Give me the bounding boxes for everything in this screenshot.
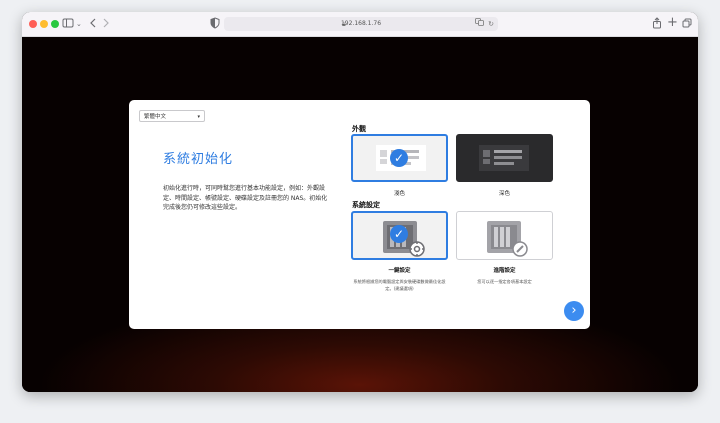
setup-description: 初始化進行時，可同時幫您進行基本功能設定，例如：外觀設定、時間設定、帳號設定、硬…	[163, 185, 328, 211]
check-icon: ✓	[390, 149, 408, 167]
translate-icon[interactable]	[475, 18, 484, 30]
address-url: 192.168.1.76	[340, 20, 382, 27]
one-click-setup-option[interactable]: ✓	[351, 211, 448, 260]
nas-wrench-icon	[487, 221, 528, 257]
chevron-right-icon[interactable]	[101, 17, 111, 33]
chevron-down-icon[interactable]: ⌄	[76, 17, 82, 31]
shield-icon[interactable]	[210, 17, 220, 33]
check-icon: ✓	[390, 225, 408, 243]
system-settings-heading: 系統設定	[352, 201, 380, 209]
address-bar[interactable]: 🔒︎ 192.168.1.76 ↻	[224, 17, 498, 31]
language-select-value: 繁體中文	[144, 114, 167, 120]
close-window-button[interactable]	[29, 20, 37, 28]
browser-window: ⌄ 🔒︎ 192.168.1.76 ↻ + 繁體中文 ▾ 系統初始化 初始化進行…	[22, 12, 698, 392]
one-click-setup-label: 一鍵設定	[388, 268, 411, 274]
page-title: 系統初始化	[163, 152, 234, 167]
plus-icon[interactable]: +	[667, 16, 678, 30]
light-theme-option[interactable]: ✓	[351, 134, 448, 182]
light-theme-label: 淺色	[393, 191, 405, 197]
advanced-setup-description: 您可以逐一指定各項基本設定	[477, 279, 532, 284]
page-content: 繁體中文 ▾ 系統初始化 初始化進行時，可同時幫您進行基本功能設定，例如：外觀設…	[22, 37, 698, 392]
chevron-down-icon: ▾	[197, 114, 200, 120]
tabs-icon[interactable]	[682, 17, 692, 33]
chevron-right-icon: ›	[571, 303, 577, 318]
dark-theme-preview-icon	[479, 145, 529, 171]
share-icon[interactable]	[652, 17, 662, 33]
reload-icon[interactable]: ↻	[488, 18, 494, 30]
one-click-setup-description: 系統將根據您的電腦設定與安裝硬碟數做最佳化設定。(建議選項)	[353, 279, 446, 291]
setup-dialog: 繁體中文 ▾ 系統初始化 初始化進行時，可同時幫您進行基本功能設定，例如：外觀設…	[129, 100, 590, 329]
chevron-left-icon[interactable]	[88, 17, 98, 33]
maximize-window-button[interactable]	[51, 20, 59, 28]
sidebar-icon[interactable]	[62, 17, 74, 33]
dark-theme-option[interactable]	[456, 134, 553, 182]
dark-theme-label: 深色	[498, 191, 510, 197]
appearance-heading: 外觀	[352, 125, 366, 133]
next-button[interactable]: ›	[564, 301, 584, 321]
advanced-setup-option[interactable]	[456, 211, 553, 260]
minimize-window-button[interactable]	[40, 20, 48, 28]
browser-toolbar: ⌄ 🔒︎ 192.168.1.76 ↻ +	[22, 12, 698, 37]
advanced-setup-label: 進階設定	[493, 268, 516, 274]
language-select[interactable]: 繁體中文 ▾	[139, 110, 205, 122]
